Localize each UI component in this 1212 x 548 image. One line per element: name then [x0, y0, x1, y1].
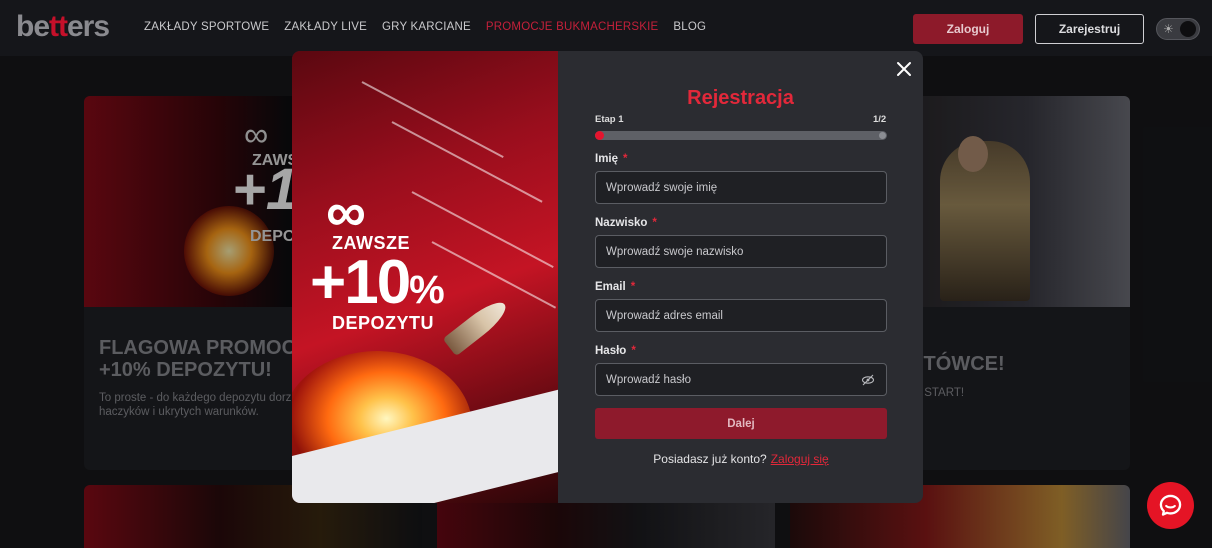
site-logo[interactable]: betters — [16, 10, 110, 43]
infinity-logo-icon: ∞ — [326, 180, 366, 243]
last-name-label: Nazwisko * — [595, 217, 657, 229]
step-label: Etap 1 — [595, 114, 624, 125]
password-label: Hasło * — [595, 345, 636, 357]
nav-promocje-bukmacherskie[interactable]: PROMOCJE BUKMACHERSKIE — [486, 21, 658, 33]
eye-slash-icon-svg — [861, 374, 875, 386]
header-login-button[interactable]: Zaloguj — [913, 14, 1023, 44]
decor-stripe — [431, 241, 557, 309]
modal-promo-banner: ∞ ZAWSZE +10% DEPOZYTU — [292, 51, 558, 503]
required-mark: * — [623, 153, 628, 165]
registration-progress-bar — [595, 131, 887, 140]
main-nav: ZAKŁADY SPORTOWE ZAKŁADY LIVE GRY KARCIA… — [144, 21, 706, 33]
nav-gry-karciane[interactable]: GRY KARCIANE — [382, 21, 471, 33]
eye-slash-icon[interactable] — [861, 373, 875, 387]
logo-text-part1: be — [16, 10, 50, 43]
site-header: betters ZAKŁADY SPORTOWE ZAKŁADY LIVE GR… — [0, 0, 1212, 56]
logo-text-part2: ers — [67, 10, 110, 43]
close-icon-svg — [897, 62, 911, 76]
decor-stripe — [391, 121, 543, 203]
required-mark: * — [652, 217, 657, 229]
first-name-label: Imię * — [595, 153, 628, 165]
password-input[interactable] — [595, 363, 887, 396]
rocket-graphic — [442, 295, 512, 357]
close-icon[interactable] — [892, 59, 916, 83]
first-name-label-text: Imię — [595, 153, 619, 165]
first-name-input[interactable] — [595, 171, 887, 204]
nav-zaklady-sportowe[interactable]: ZAKŁADY SPORTOWE — [144, 21, 269, 33]
password-label-text: Hasło — [595, 345, 627, 357]
progress-end-dot — [879, 132, 886, 139]
login-prompt: Posiadasz już konto? Zaloguj się — [595, 452, 887, 466]
header-register-button[interactable]: Zarejestruj — [1035, 14, 1144, 44]
last-name-label-text: Nazwisko — [595, 217, 648, 229]
live-chat-button[interactable] — [1147, 482, 1194, 529]
decor-stripe — [361, 81, 504, 158]
email-label-text: Email — [595, 281, 626, 293]
next-button[interactable]: Dalej — [595, 408, 887, 439]
theme-toggle[interactable]: ☀ — [1156, 18, 1200, 40]
chat-bubble-icon — [1159, 494, 1182, 516]
progress-fill — [595, 131, 604, 140]
email-input[interactable] — [595, 299, 887, 332]
required-mark: * — [630, 281, 636, 293]
registration-modal: ∞ ZAWSZE +10% DEPOZYTU Rejestracja Etap … — [292, 51, 923, 503]
logo-text-accent: tt — [49, 10, 68, 43]
toggle-knob — [1180, 21, 1196, 37]
has-account-text: Posiadasz już konto? — [653, 452, 767, 466]
sun-icon: ☀ — [1163, 22, 1174, 36]
promo-percent-sign: % — [409, 268, 445, 312]
promo-deposit-text: DEPOZYTU — [332, 313, 435, 333]
required-mark: * — [631, 345, 636, 357]
nav-zaklady-live[interactable]: ZAKŁADY LIVE — [284, 21, 367, 33]
nav-blog[interactable]: BLOG — [673, 21, 706, 33]
page: betters ZAKŁADY SPORTOWE ZAKŁADY LIVE GR… — [0, 0, 1212, 548]
login-link[interactable]: Zaloguj się — [771, 452, 829, 466]
last-name-input[interactable] — [595, 235, 887, 268]
form-title: Rejestracja — [687, 87, 794, 109]
promo-big-number: +10 — [310, 248, 411, 317]
email-label: Email * — [595, 281, 635, 293]
step-count: 1/2 — [873, 114, 887, 125]
